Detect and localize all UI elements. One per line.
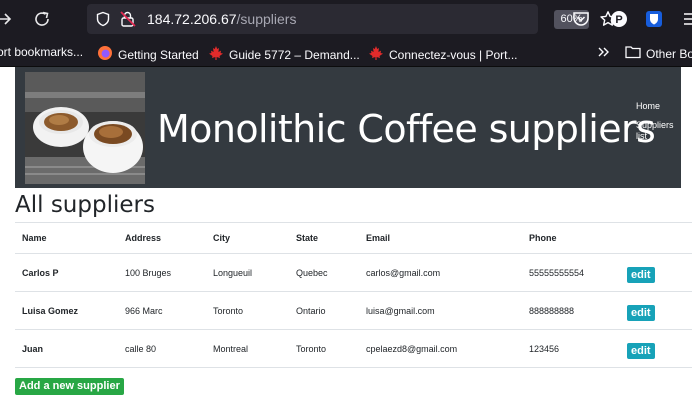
other-bookmarks[interactable]: Other Bo [625,45,692,62]
maple-leaf-icon [208,45,224,64]
edit-button[interactable]: edit [627,266,655,283]
profile-p-icon[interactable]: P [609,9,629,29]
insecure-lock-icon[interactable] [119,10,137,28]
cell-email: luisa@gmail.com [359,291,522,330]
url-bar[interactable]: 184.72.206.67/suppliers 60% [87,4,616,34]
cell-actions: edit [620,329,692,368]
cell-phone: 888888888 [522,291,620,330]
tracking-shield-icon[interactable] [95,11,111,27]
cell-address: 966 Marc [118,291,206,330]
table-row: Luisa Gomez 966 Marc Toronto Ontario lui… [15,291,692,330]
cell-email: cpelaezd8@gmail.com [359,329,522,368]
maple-leaf-icon [368,45,384,64]
firefox-icon [97,45,113,64]
add-supplier-button[interactable]: Add a new supplier [15,378,124,395]
cell-city: Montreal [206,329,289,368]
pocket-icon[interactable] [571,9,591,29]
bookmarks-overflow-chevron-icon[interactable] [597,45,611,59]
edit-button[interactable]: edit [627,304,655,321]
bookmark-item[interactable]: Getting Started [97,45,199,64]
folder-icon [625,45,641,62]
cell-phone: 55555555554 [522,253,620,292]
other-bookmarks-label: Other Bo [646,46,692,61]
cell-state: Toronto [289,329,359,368]
page-title: All suppliers [15,192,155,218]
column-header-email: Email [359,222,522,254]
cell-name: Carlos P [15,253,118,292]
table-header-row: Name Address City State Email Phone [15,222,692,254]
column-header-city: City [206,222,289,254]
web-page: Monolithic Coffee suppliers Home Supplie… [0,67,692,418]
cell-address: 100 Bruges [118,253,206,292]
column-header-phone: Phone [522,222,620,254]
bookmark-item[interactable]: ort bookmarks... [0,45,83,59]
cell-name: Luisa Gomez [15,291,118,330]
cell-city: Toronto [206,291,289,330]
header-nav: Home Suppliers list [636,101,681,150]
bitwarden-icon[interactable] [644,9,664,29]
url-path: /suppliers [236,11,297,27]
coffee-cups-image [25,72,145,184]
column-header-name: Name [15,222,118,254]
suppliers-table: Name Address City State Email Phone Carl… [15,222,692,368]
cell-address: calle 80 [118,329,206,368]
column-header-address: Address [118,222,206,254]
cell-state: Ontario [289,291,359,330]
edit-button[interactable]: edit [627,342,655,359]
url-text[interactable]: 184.72.206.67/suppliers [147,11,296,27]
bookmark-item[interactable]: Connectez-vous | Port... [368,45,518,64]
cell-city: Longueuil [206,253,289,292]
cell-name: Juan [15,329,118,368]
table-row: Juan calle 80 Montreal Toronto cpelaezd8… [15,329,692,368]
bookmarks-bar: ort bookmarks... Getting Started Guide 5… [0,38,692,67]
menu-icon[interactable] [681,9,692,29]
bookmark-label: Getting Started [118,47,199,62]
browser-toolbar: 184.72.206.67/suppliers 60% P [0,0,692,38]
site-title: Monolithic Coffee suppliers [157,107,656,151]
cell-email: carlos@gmail.com [359,253,522,292]
forward-arrow-icon[interactable] [0,9,14,29]
nav-home-link[interactable]: Home [636,101,681,112]
profile-p-letter: P [615,14,622,26]
bookmark-item[interactable]: Guide 5772 – Demand... [208,45,360,64]
table-row: Carlos P 100 Bruges Longueuil Quebec car… [15,253,692,292]
cell-actions: edit [620,291,692,330]
cell-phone: 123456 [522,329,620,368]
cell-state: Quebec [289,253,359,292]
bookmark-label: Guide 5772 – Demand... [229,47,360,62]
bookmark-label: Connectez-vous | Port... [389,47,518,62]
bookmark-label: ort bookmarks... [0,45,84,59]
site-header: Monolithic Coffee suppliers Home Supplie… [15,67,681,188]
cell-actions: edit [620,253,692,292]
column-header-state: State [289,222,359,254]
reload-icon[interactable] [32,9,52,29]
nav-suppliers-link[interactable]: Suppliers list [636,120,681,142]
column-header-actions [620,222,692,254]
url-host: 184.72.206.67 [147,11,237,27]
